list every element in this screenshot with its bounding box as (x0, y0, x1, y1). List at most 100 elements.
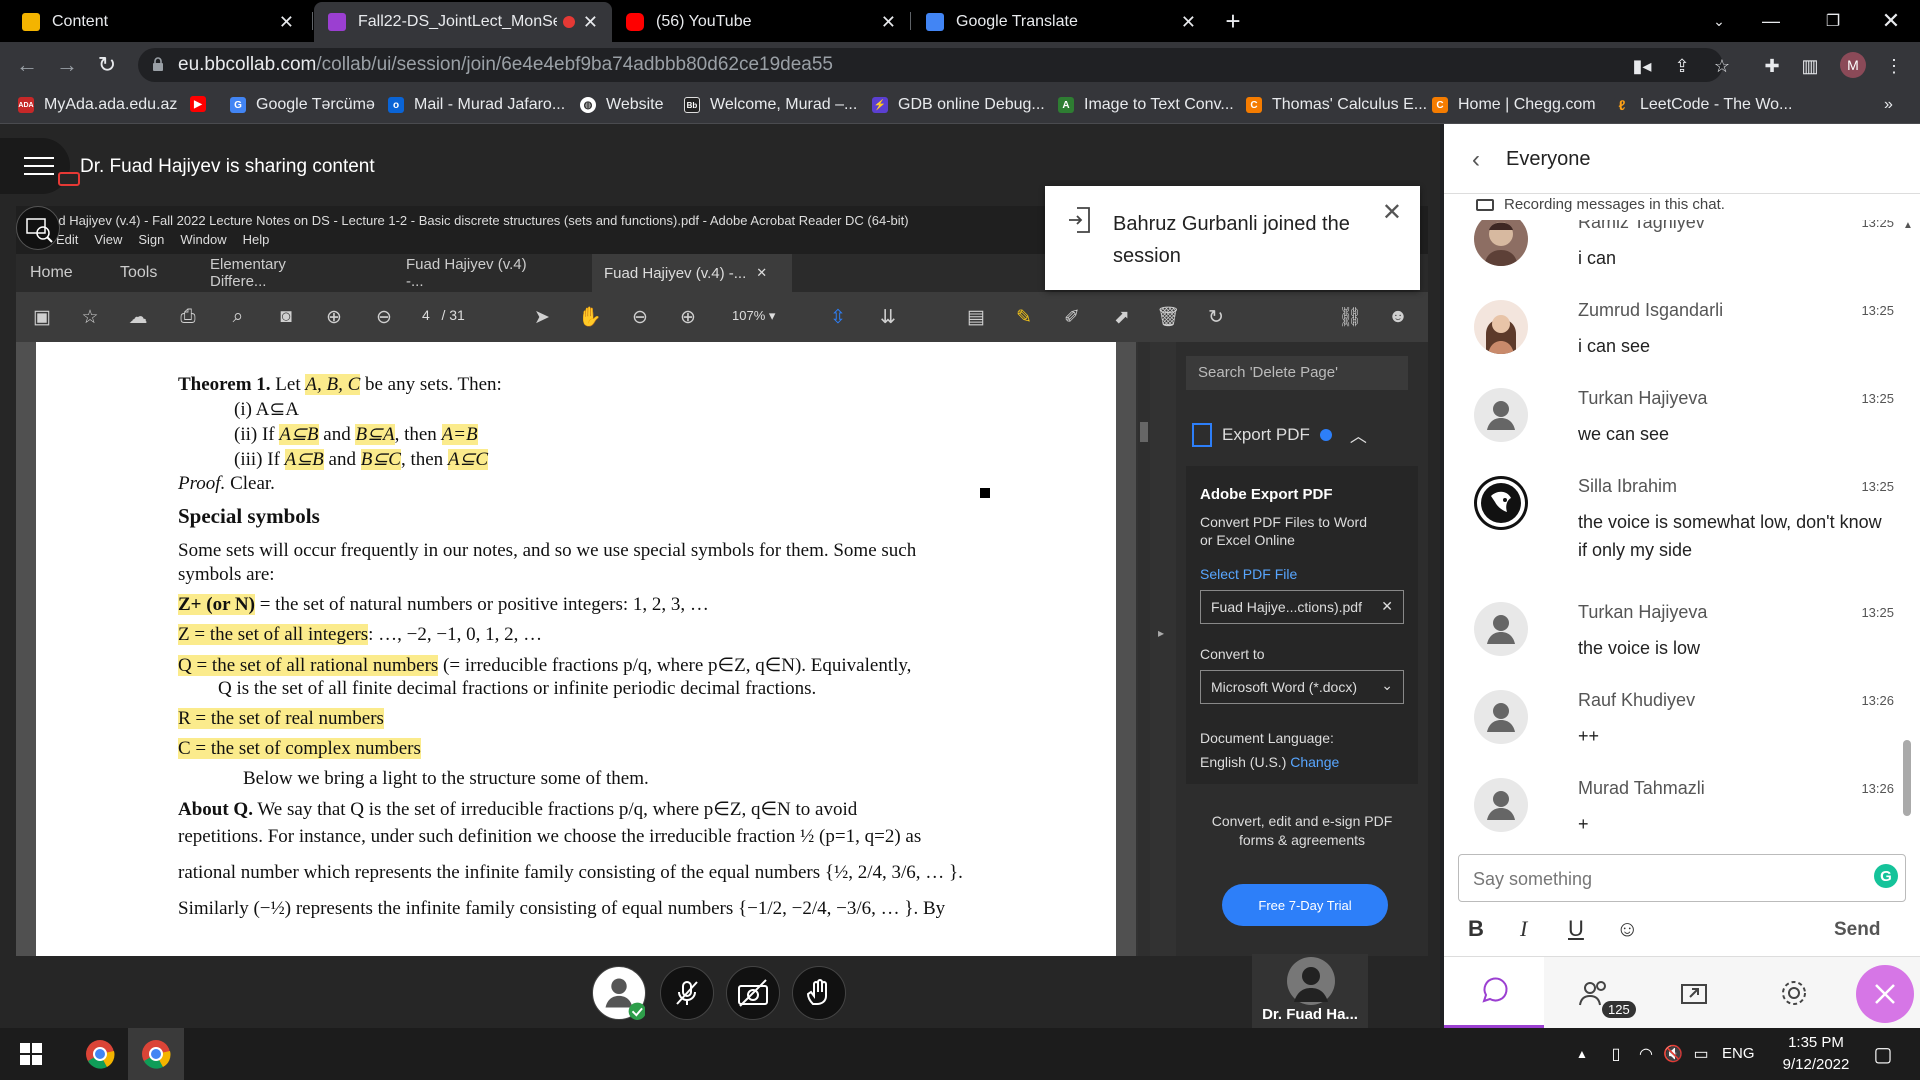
bookmark-thomas-calculus[interactable]: C Thomas' Calculus E... (1246, 96, 1427, 114)
close-notification-button[interactable]: ✕ (1382, 198, 1402, 227)
speaker-muted-icon[interactable]: 🔇 (1660, 1028, 1686, 1080)
side-panel-icon[interactable]: ▥ (1800, 56, 1820, 76)
tab-document-3[interactable]: Fuad Hajiyev (v.4) -... ✕ (592, 254, 792, 292)
next-page-icon[interactable]: ⊖ (372, 305, 396, 329)
free-trial-button[interactable]: Free 7-Day Trial (1222, 884, 1388, 926)
tray-overflow-chevron-icon[interactable]: ▲ (1570, 1028, 1594, 1080)
export-pdf-header[interactable]: Export PDF ︿ (1192, 422, 1367, 447)
close-panel-button[interactable] (1856, 965, 1914, 1023)
notification-center-icon[interactable]: ▢ (1858, 1028, 1908, 1080)
close-icon[interactable]: ✕ (1181, 12, 1196, 33)
camera-button[interactable] (726, 966, 780, 1020)
bookmark-website[interactable]: ◍ Website (580, 96, 664, 114)
scroll-thumb[interactable] (1903, 740, 1911, 816)
tab-document-2[interactable]: Fuad Hajiyev (v.4) -... (394, 254, 552, 292)
zoom-view-icon[interactable] (16, 206, 60, 250)
input-language[interactable]: ENG (1722, 1045, 1755, 1062)
emoji-icon[interactable]: ☺ (1616, 916, 1638, 942)
highlight-icon[interactable]: ✎ (1012, 305, 1036, 329)
zoom-out-icon[interactable]: ⊖ (628, 305, 652, 329)
zoom-level[interactable]: 107% ▾ (732, 308, 775, 324)
extensions-icon[interactable]: ✚ (1762, 56, 1782, 76)
collapse-chevron-icon[interactable]: ︿ (1350, 422, 1367, 447)
bookmark-image-to-text[interactable]: A Image to Text Conv... (1058, 96, 1234, 114)
new-tab-button[interactable]: + (1210, 0, 1256, 42)
tab-search-chevron-icon[interactable]: ⌄ (1696, 0, 1742, 42)
bookmark-blackboard[interactable]: Bb Welcome, Murad –... (684, 96, 857, 114)
scroll-thumb[interactable] (1140, 422, 1148, 442)
comment-icon[interactable]: ▤ (964, 305, 988, 329)
bookmark-gdb[interactable]: ⚡ GDB online Debug... (872, 96, 1045, 114)
chat-scrollbar[interactable]: ▲ (1900, 220, 1914, 820)
screenshot-icon[interactable]: ◙ (274, 305, 298, 329)
fit-page-icon[interactable]: ⇳ (826, 305, 850, 329)
menu-view[interactable]: View (94, 232, 122, 254)
tab-content[interactable]: Content ✕ (8, 2, 308, 42)
pane-toggle-icon[interactable]: ▸ (1158, 626, 1164, 640)
document-viewport[interactable]: Theorem 1. Let A, B, C be any sets. Then… (16, 342, 1136, 956)
battery-icon[interactable]: ▭ (1688, 1028, 1714, 1080)
tab-google-translate[interactable]: Google Translate ✕ (912, 2, 1210, 42)
tab-tools[interactable]: Tools (108, 254, 169, 292)
scroll-up-icon[interactable]: ▲ (1903, 220, 1913, 231)
select-cursor-icon[interactable]: ➤ (530, 305, 554, 329)
grammarly-icon[interactable]: G (1874, 864, 1898, 888)
bookmarks-overflow-button[interactable]: » (1884, 96, 1893, 114)
tab-collab-session[interactable]: Fall22-DS_JointLect_MonSess ✕ (314, 2, 612, 42)
taskbar-chrome-1[interactable] (72, 1028, 128, 1080)
bookmark-youtube[interactable]: ▶ (190, 96, 216, 112)
bookmark-mail[interactable]: o Mail - Murad Jafaro... (388, 96, 565, 114)
tab-document-1[interactable]: Elementary Differe... (198, 254, 356, 292)
send-button[interactable]: Send (1834, 919, 1880, 941)
tab-chat[interactable] (1444, 957, 1544, 1029)
change-language-link[interactable]: Change (1290, 754, 1339, 770)
document-scrollbar[interactable] (1138, 342, 1150, 956)
underline-button[interactable]: U (1568, 916, 1584, 942)
stamp-icon[interactable]: ⬈ (1110, 305, 1134, 329)
account-icon[interactable]: ☻ (1386, 305, 1410, 329)
wifi-icon[interactable]: ◠ (1634, 1028, 1658, 1080)
hand-tool-icon[interactable]: ✋ (578, 305, 602, 329)
page-current[interactable]: 4 (422, 307, 430, 323)
tab-home[interactable]: Home (18, 254, 85, 292)
bold-button[interactable]: B (1468, 916, 1484, 942)
tab-settings[interactable] (1744, 957, 1844, 1029)
microphone-button[interactable] (660, 966, 714, 1020)
selected-file-field[interactable]: Fuad Hajiye...ctions).pdf ✕ (1200, 590, 1404, 624)
chat-message-input[interactable]: Say something (1458, 854, 1906, 902)
raise-hand-button[interactable] (792, 966, 846, 1020)
back-button[interactable]: ← (12, 50, 42, 80)
start-button[interactable] (10, 1028, 52, 1080)
delete-icon[interactable]: 🗑 (1156, 305, 1180, 329)
my-status-button[interactable] (592, 966, 646, 1020)
italic-button[interactable]: I (1520, 916, 1527, 942)
camera-icon[interactable]: ▮◂ (1632, 56, 1652, 76)
presenter-tile[interactable]: Dr. Fuad Ha... (1252, 954, 1368, 1028)
bookmark-chegg[interactable]: C Home | Chegg.com (1432, 96, 1596, 114)
tab-youtube[interactable]: (56) YouTube ✕ (612, 2, 910, 42)
tab-attendees[interactable]: 125 (1544, 957, 1644, 1029)
forward-button[interactable]: → (52, 50, 82, 80)
menu-sign[interactable]: Sign (138, 232, 164, 254)
search-icon[interactable]: ⌕ (226, 305, 250, 329)
taskbar-chrome-2[interactable] (128, 1028, 184, 1080)
clear-icon[interactable]: ✕ (1381, 598, 1393, 615)
link-icon[interactable]: ⛓ (1338, 305, 1362, 329)
address-bar[interactable]: eu.bbcollab.com/collab/ui/session/join/6… (138, 48, 1723, 82)
bookmark-google-tercume[interactable]: G Google Tərcümə (230, 96, 375, 114)
clock-time[interactable]: 1:35 PM (1776, 1034, 1856, 1051)
star-icon[interactable]: ☆ (78, 305, 102, 329)
minimize-button[interactable]: — (1748, 0, 1794, 42)
close-icon[interactable]: ✕ (279, 12, 294, 33)
close-icon[interactable]: ✕ (881, 12, 896, 33)
profile-avatar[interactable]: M (1840, 52, 1866, 78)
previous-page-icon[interactable]: ⊕ (322, 305, 346, 329)
reload-button[interactable]: ↻ (92, 50, 122, 80)
bookmark-leetcode[interactable]: ℓ LeetCode - The Wo... (1614, 96, 1792, 114)
draw-icon[interactable]: ✐ (1060, 305, 1084, 329)
zoom-in-icon[interactable]: ⊕ (676, 305, 700, 329)
share-icon[interactable]: ⇪ (1672, 56, 1692, 76)
back-chevron-icon[interactable]: ‹ (1472, 146, 1480, 174)
scroll-mode-icon[interactable]: ⇊ (876, 305, 900, 329)
convert-format-select[interactable]: Microsoft Word (*.docx) ⌄ (1200, 670, 1404, 704)
